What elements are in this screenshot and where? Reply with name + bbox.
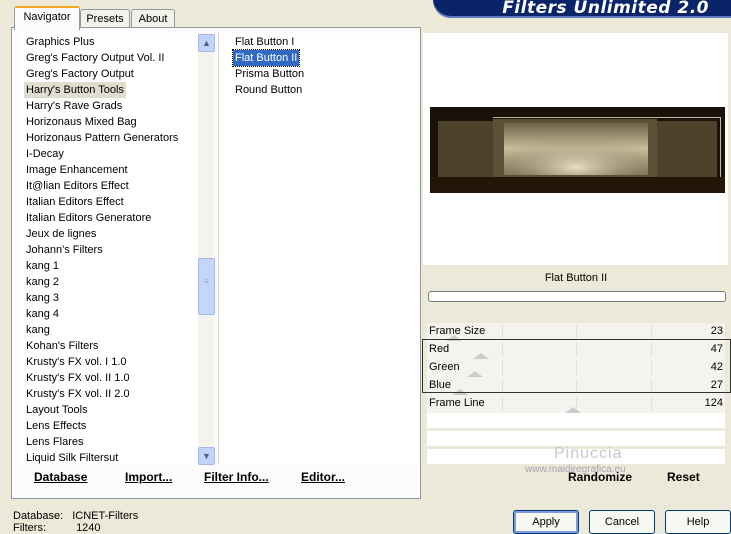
tab-navigator[interactable]: Navigator — [14, 6, 80, 30]
status-filters-value: 1240 — [76, 522, 101, 534]
tab-presets[interactable]: Presets — [80, 9, 130, 28]
randomize-button[interactable]: Randomize — [568, 470, 632, 484]
category-item[interactable]: Lens Flares — [24, 434, 85, 450]
param-value: 124 — [704, 397, 723, 409]
category-item[interactable]: kang 3 — [24, 290, 61, 306]
color-group-box — [422, 339, 731, 393]
filter-item[interactable]: Round Button — [233, 82, 304, 98]
status-database-label: Database: — [13, 510, 64, 522]
category-item[interactable]: kang 2 — [24, 274, 61, 290]
import-button[interactable]: Import... — [125, 470, 172, 484]
slider-tick — [651, 325, 652, 339]
category-item[interactable]: Lens Effects — [24, 418, 88, 434]
chevron-up-icon: ▲ — [202, 38, 211, 48]
cancel-button[interactable]: Cancel — [589, 510, 655, 534]
category-item[interactable]: kang — [24, 322, 52, 338]
category-item[interactable]: Horizonaus Mixed Bag — [24, 114, 139, 130]
database-button[interactable]: Database — [34, 470, 87, 484]
param-slider[interactable]: Frame Line 124 — [427, 395, 725, 413]
empty-slider-row — [427, 413, 725, 429]
selected-filter-name: Flat Button II — [427, 268, 725, 288]
reset-button[interactable]: Reset — [667, 470, 700, 484]
slider-tick — [502, 325, 503, 339]
preview-image — [430, 107, 725, 193]
apply-button[interactable]: Apply — [513, 510, 579, 534]
grip-icon: ≡ — [204, 277, 209, 286]
category-item[interactable]: I-Decay — [24, 146, 66, 162]
category-item[interactable]: Krusty's FX vol. I 1.0 — [24, 354, 129, 370]
scroll-thumb[interactable]: ≡ — [198, 258, 215, 315]
category-item[interactable]: Layout Tools — [24, 402, 90, 418]
category-item[interactable]: Italian Editors Effect — [24, 194, 126, 210]
app-title: Filters Unlimited 2.0 — [502, 0, 709, 18]
slider-tick — [651, 397, 652, 411]
status-filters-label: Filters: — [13, 522, 46, 534]
category-scrollbar[interactable]: ▲ ≡ ▼ — [198, 33, 215, 465]
category-item[interactable]: kang 1 — [24, 258, 61, 274]
category-item[interactable]: Liquid Silk Filtersut — [24, 450, 120, 465]
scroll-up-button[interactable]: ▲ — [198, 34, 215, 52]
status-filters: Filters: 1240 — [13, 522, 101, 534]
category-item[interactable]: Harry's Rave Grads — [24, 98, 124, 114]
param-label: Frame Size — [429, 325, 486, 337]
category-item[interactable]: kang 4 — [24, 306, 61, 322]
help-button[interactable]: Help — [665, 510, 731, 534]
category-item[interactable]: Krusty's FX vol. II 2.0 — [24, 386, 132, 402]
filter-info-button[interactable]: Filter Info... — [204, 470, 269, 484]
filter-list[interactable]: Flat Button I Flat Button II Prisma Button… — [218, 33, 417, 465]
category-item[interactable]: Image Enhancement — [24, 162, 130, 178]
filter-item[interactable]: Prisma Button — [233, 66, 306, 82]
editor-button[interactable]: Editor... — [301, 470, 345, 484]
filter-item[interactable]: Flat Button I — [233, 34, 296, 50]
param-label: Frame Line — [429, 397, 485, 409]
tab-about[interactable]: About — [131, 9, 175, 28]
category-item[interactable]: Greg's Factory Output — [24, 66, 136, 82]
category-item[interactable]: Graphics Plus — [24, 34, 96, 50]
chevron-down-icon: ▼ — [202, 451, 211, 461]
category-item[interactable]: Horizonaus Pattern Generators — [24, 130, 180, 146]
progress-bar — [428, 291, 726, 302]
category-item[interactable]: It@lian Editors Effect — [24, 178, 131, 194]
scroll-down-button[interactable]: ▼ — [198, 447, 215, 465]
slider-tick — [502, 397, 503, 411]
category-item[interactable]: Harry's Button Tools — [24, 82, 126, 98]
watermark-name: Pinuccia — [554, 445, 623, 462]
slider-tick — [576, 325, 577, 339]
category-item[interactable]: Greg's Factory Output Vol. II — [24, 50, 166, 66]
status-database-value: ICNET-Filters — [72, 510, 139, 522]
category-item[interactable]: Kohan's Filters — [24, 338, 100, 354]
category-item[interactable]: Italian Editors Generatore — [24, 210, 153, 226]
category-list[interactable]: Graphics Plus Greg's Factory Output Vol. … — [20, 33, 200, 465]
category-item[interactable]: Krusty's FX vol. II 1.0 — [24, 370, 132, 386]
category-item[interactable]: Jeux de lignes — [24, 226, 98, 242]
status-database: Database: ICNET-Filters — [13, 510, 138, 522]
category-item[interactable]: Johann's Filters — [24, 242, 105, 258]
param-value: 23 — [710, 325, 723, 337]
title-banner: Filters Unlimited 2.0 — [433, 0, 731, 18]
filter-item[interactable]: Flat Button II — [231, 49, 301, 67]
